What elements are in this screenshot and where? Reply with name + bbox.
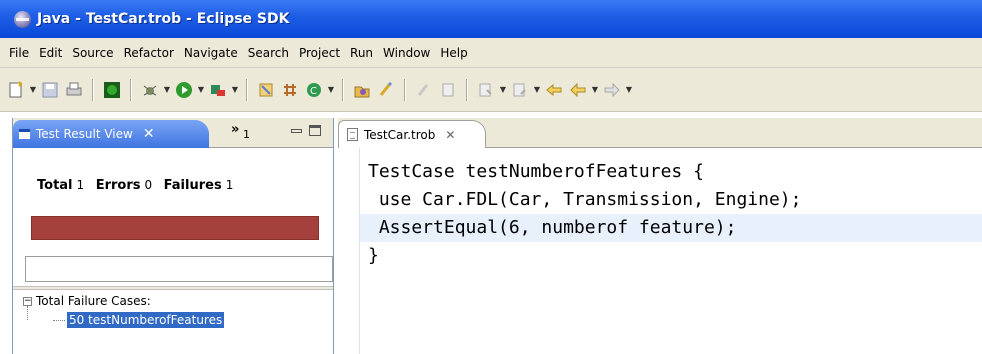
build-icon[interactable] [101,79,123,101]
new-class-wizard-icon[interactable]: C [303,79,325,101]
run-dropdown-icon[interactable]: ▼ [196,79,206,101]
failure-message-box [25,256,333,282]
toggle-mark-occurrences-icon[interactable] [413,79,435,101]
toolbar-separator [130,78,132,101]
menu-file[interactable]: File [4,46,34,60]
external-tools-icon[interactable] [207,79,229,101]
tab-label: Test Result View [36,127,133,141]
overflow-chevron-icon[interactable]: » [231,122,239,137]
menu-search[interactable]: Search [243,46,294,60]
current-code-line[interactable]: AssertEqual(6, numberof feature); [360,214,982,242]
forward-dropdown-icon[interactable]: ▼ [624,79,634,101]
external-tools-dropdown-icon[interactable]: ▼ [230,79,240,101]
tree-root-label: Total Failure Cases: [36,294,151,308]
view-icon [19,129,30,139]
svg-text:C: C [310,86,317,97]
view-tabbar: Test Result View ✕ » 1 [13,118,333,148]
close-icon[interactable]: ✕ [445,128,455,142]
next-annotation-dropdown-icon[interactable]: ▼ [498,79,508,101]
menu-window[interactable]: Window [378,46,435,60]
failure-status-bar [31,216,319,240]
test-summary: Total 1 Errors 0 Failures 1 [37,178,240,193]
window-title: Java - TestCar.trob - Eclipse SDK [37,11,290,27]
print-icon[interactable] [63,79,85,101]
eclipse-icon [14,10,31,28]
toolbar-separator [342,78,344,101]
collapse-icon[interactable]: − [23,296,32,306]
sash-divider[interactable] [13,286,333,290]
toolbar-separator [92,78,94,101]
new-dropdown-icon[interactable]: ▼ [28,79,38,101]
next-annotation-icon[interactable] [475,79,497,101]
menu-navigate[interactable]: Navigate [179,46,243,60]
back-dropdown-icon[interactable]: ▼ [590,79,600,101]
menu-project[interactable]: Project [294,46,345,60]
menu-help[interactable]: Help [435,46,472,60]
maximize-icon[interactable] [309,125,321,136]
tree-child-item[interactable]: 50 testNumberofFeatures [53,310,333,330]
tab-testcar-trob[interactable]: TestCar.trob ✕ [338,120,486,148]
back-icon[interactable] [567,79,589,101]
tree-root-item[interactable]: − Total Failure Cases: [23,292,333,310]
toolbar-separator [246,78,248,101]
save-icon[interactable] [39,79,61,101]
menu-bar: File Edit Source Refactor Navigate Searc… [0,38,982,68]
debug-icon[interactable] [139,79,161,101]
editor-tab-label: TestCar.trob [364,127,436,142]
overflow-count: 1 [243,128,250,141]
code-text[interactable]: TestCase testNumberofFeatures { use Car.… [360,158,982,270]
file-icon [347,128,358,141]
show-whitespace-icon[interactable] [437,79,459,101]
menu-edit[interactable]: Edit [34,46,67,60]
test-result-view: Test Result View ✕ » 1 Total 1 Errors 0 Fa… [12,118,334,354]
search-icon[interactable] [375,79,397,101]
editor-tabbar: TestCar.trob ✕ [338,118,982,148]
failures-value: 1 [225,178,234,192]
last-edit-location-icon[interactable] [543,79,565,101]
new-class-icon[interactable] [279,79,301,101]
failure-tree: − Total Failure Cases: 50 testNumberofFe… [23,292,333,330]
debug-dropdown-icon[interactable]: ▼ [162,79,172,101]
previous-annotation-icon[interactable] [509,79,531,101]
new-class-dropdown-icon[interactable]: ▼ [326,79,336,101]
toolbar-separator [466,78,468,101]
tree-child-label: 50 testNumberofFeatures [67,312,225,328]
errors-value: 0 [144,178,153,192]
toolbar-separator [404,78,406,101]
run-icon[interactable] [173,79,195,101]
code-line[interactable]: use Car.FDL(Car, Transmission, Engine); [368,186,982,214]
menu-run[interactable]: Run [345,46,378,60]
code-line[interactable]: TestCase testNumberofFeatures { [368,158,982,186]
minimize-icon[interactable] [291,129,302,133]
tree-connector [27,306,28,320]
close-icon[interactable]: ✕ [143,126,155,142]
new-package-icon[interactable] [255,79,277,101]
previous-annotation-dropdown-icon[interactable]: ▼ [532,79,542,101]
editor-area: TestCar.trob ✕ TestCase testNumberofFeat… [338,118,982,354]
tree-connector [53,319,65,321]
failures-label: Failures [163,178,222,193]
menu-refactor[interactable]: Refactor [119,46,179,60]
forward-icon[interactable] [601,79,623,101]
code-line[interactable]: } [368,242,982,270]
menu-source[interactable]: Source [67,46,118,60]
new-icon[interactable] [5,79,27,101]
errors-label: Errors [95,178,141,193]
open-type-icon[interactable] [351,79,373,101]
editor-ruler [338,148,360,354]
total-value: 1 [76,178,85,192]
title-bar: Java - TestCar.trob - Eclipse SDK [0,0,982,38]
toolbar: ▼ ▼ ▼ ▼ C ▼ ▼ ▼ ▼ ▼ [0,68,982,112]
tab-test-result-view[interactable]: Test Result View ✕ [13,120,209,148]
total-label: Total [37,178,73,193]
